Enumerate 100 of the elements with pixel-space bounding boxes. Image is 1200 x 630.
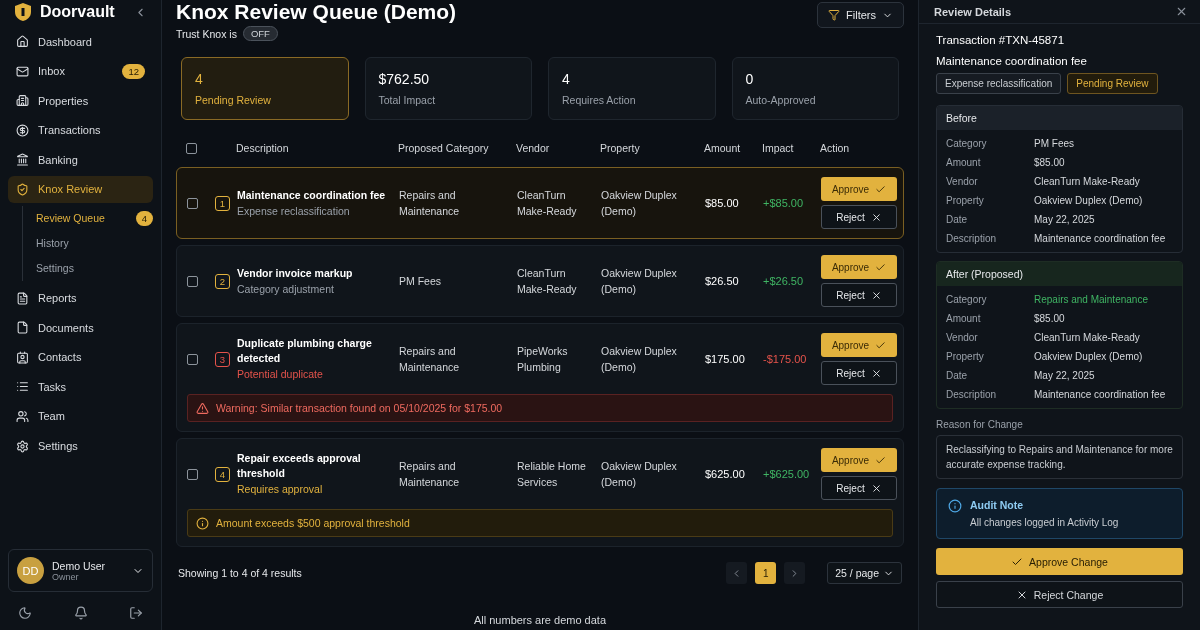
nav-item[interactable]: Inbox 12	[8, 57, 153, 85]
list-icon	[16, 380, 29, 394]
nav-subitem[interactable]: Review Queue 4	[36, 205, 153, 231]
field-value: $85.00	[1034, 156, 1066, 170]
nav-item[interactable]: Team	[8, 402, 153, 430]
page-size-select[interactable]: 25 / page	[827, 562, 902, 584]
approve-button[interactable]: Approve	[821, 177, 897, 201]
approve-change-button[interactable]: Approve Change	[936, 548, 1183, 575]
nav-item[interactable]: Banking	[8, 146, 153, 174]
impact-cell-text: +$26.50	[763, 275, 805, 287]
reject-button[interactable]: Reject	[821, 205, 897, 229]
field-label: Vendor	[946, 175, 979, 189]
section-header: After (Proposed)	[937, 262, 1182, 286]
field-label: Date	[946, 213, 969, 227]
status-tag: Expense reclassification	[936, 73, 1062, 94]
close-icon	[870, 211, 882, 223]
stat-card[interactable]: 4 Requires Action	[548, 57, 716, 120]
field-value: May 22, 2025	[1034, 213, 1096, 227]
transaction-name: Maintenance coordination fee	[936, 55, 1088, 67]
gear-icon	[16, 439, 29, 453]
page-title: Knox Review Queue (Demo)	[176, 0, 457, 24]
audit-title: Audit Note	[970, 499, 1025, 511]
field-value: May 22, 2025	[1034, 369, 1096, 383]
row-title: Vendor invoice markup	[237, 265, 354, 281]
row-checkbox[interactable]	[187, 275, 198, 287]
filters-button[interactable]: Filters	[817, 2, 904, 28]
results-summary: Showing 1 to 4 of 4 results	[178, 567, 302, 579]
nav-subitem[interactable]: History	[36, 230, 153, 256]
table-cell-text: Oakview Duplex (Demo)	[601, 188, 678, 219]
field-value: Repairs and Maintenance	[1034, 293, 1149, 307]
close-icon	[870, 367, 882, 379]
nav-item[interactable]: Contacts	[8, 343, 153, 371]
nav-item[interactable]: Documents	[8, 314, 153, 342]
brand-name: Doorvault	[40, 3, 116, 21]
field-value: CleanTurn Make-Ready	[1034, 331, 1141, 345]
reject-button[interactable]: Reject	[821, 476, 897, 500]
row-checkbox[interactable]	[187, 468, 198, 480]
reject-change-button[interactable]: Reject Change	[936, 581, 1183, 608]
select-all-checkbox[interactable]	[186, 142, 197, 154]
nav-item[interactable]: Tasks	[8, 373, 153, 401]
column-header: Description	[236, 142, 290, 154]
field-value: Maintenance coordination fee	[1034, 388, 1167, 402]
reject-button[interactable]: Reject	[821, 283, 897, 307]
reject-button[interactable]: Reject	[821, 361, 897, 385]
row-subtitle: Requires approval	[237, 482, 324, 497]
review-row[interactable]: 1 Maintenance coordination fee Expense reclassification Repairs and Maintenance CleanTurn Make-Ready Oakview Duplex (Demo) $85.00 +$85.00 Approve Reject	[176, 167, 904, 239]
trust-toggle[interactable]: OFF	[242, 26, 278, 41]
stat-label: Pending Review	[195, 94, 272, 106]
nav-item[interactable]: Properties	[8, 87, 153, 115]
field-value: Oakview Duplex (Demo)	[1034, 194, 1144, 208]
nav-item[interactable]: Reports	[8, 284, 153, 312]
nav-item[interactable]: Knox Review	[8, 175, 153, 203]
nav-item[interactable]: Transactions	[8, 116, 153, 144]
nav-item[interactable]: Settings	[8, 432, 153, 460]
trust-label: Trust Knox is	[176, 27, 237, 40]
review-row[interactable]	[176, 323, 904, 432]
row-number: 3	[215, 351, 230, 367]
row-subtitle: Potential duplicate	[237, 367, 324, 382]
row-checkbox[interactable]	[187, 197, 198, 209]
row-subtitle: Category adjustment	[237, 281, 335, 297]
user-menu[interactable]: DD Demo User Owner	[8, 549, 153, 592]
bell-icon[interactable]	[73, 606, 88, 620]
mail-icon	[16, 64, 29, 78]
transaction-id: Transaction #TXN-45871	[936, 34, 1066, 46]
user-name: Demo User	[52, 559, 107, 572]
stat-value: 0	[745, 71, 755, 87]
check-icon	[875, 454, 887, 466]
nav-item[interactable]: Dashboard	[8, 28, 153, 55]
stat-card[interactable]: 0 Auto-Approved	[731, 57, 899, 120]
row-checkbox[interactable]	[187, 353, 198, 365]
logout-icon[interactable]	[129, 606, 143, 620]
status-tag: Pending Review	[1067, 73, 1158, 94]
user-role: Owner	[52, 571, 80, 582]
amount-cell-text: $625.00	[705, 468, 746, 480]
stat-label: Total Impact	[378, 94, 437, 106]
bank-icon	[16, 153, 29, 167]
approve-button[interactable]: Approve	[821, 255, 897, 279]
audit-text: All changes logged in Activity Log	[970, 517, 1119, 528]
moon-icon[interactable]	[18, 606, 32, 620]
amount-cell-text: $85.00	[705, 197, 740, 209]
amount-cell-text: $175.00	[705, 353, 746, 365]
field-label: Date	[946, 369, 969, 383]
avatar: DD	[17, 557, 44, 584]
approve-button[interactable]: Approve	[821, 448, 897, 472]
review-row[interactable]: 2 Vendor invoice markup Category adjustment PM Fees CleanTurn Make-Ready Oakview Duplex (Demo) $26.50 +$26.50 Approve Reject	[176, 245, 904, 317]
review-row[interactable]: 4 Repair exceeds approval threshold Requires approval Repairs and Maintenance Reliable Home Services Oakview Duplex (Demo) $625.00 +$625.00 Approve Reject Amount exceeds $500 approval threshold	[176, 438, 904, 547]
stat-label: Requires Action	[562, 94, 637, 106]
page-button[interactable]: 1	[755, 562, 777, 584]
row-number: 1	[215, 195, 230, 211]
close-icon[interactable]	[1175, 5, 1188, 18]
stat-card[interactable]: 4 Pending Review	[181, 57, 349, 120]
impact-cell-text: +$85.00	[763, 197, 805, 209]
nav-subitem[interactable]: Settings	[36, 255, 153, 281]
stat-label: Auto-Approved	[745, 94, 817, 106]
approve-button[interactable]: Approve	[821, 333, 897, 357]
field-value: CleanTurn Make-Ready	[1034, 175, 1141, 189]
row-number: 4	[215, 466, 230, 482]
alert-text: Amount exceeds $500 approval threshold	[216, 517, 410, 529]
stat-card[interactable]: $762.50 Total Impact	[364, 57, 532, 120]
table-cell-text: Oakview Duplex (Demo)	[601, 266, 678, 297]
